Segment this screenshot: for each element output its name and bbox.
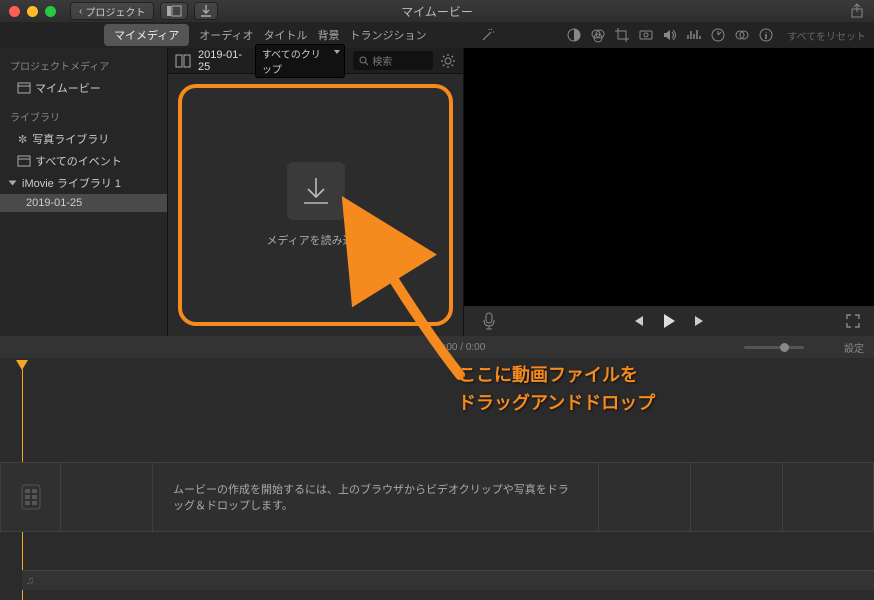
magic-wand-icon[interactable] [480, 27, 496, 43]
timeline-hint: ムービーの作成を開始するには、上のブラウザからビデオクリップや写真をドラッグ＆ド… [152, 462, 598, 532]
filmstrip-view-icon[interactable] [176, 55, 190, 67]
clip-placeholder[interactable] [782, 462, 874, 532]
sidebar-head-project: プロジェクトメディア [0, 54, 167, 77]
import-label: メディアを読み込む [266, 232, 364, 248]
reset-all-button[interactable]: すべてをリセット [787, 28, 866, 43]
sidebar-item-mymovie[interactable]: マイムービー [0, 77, 167, 99]
tab-background[interactable]: 背景 [317, 27, 339, 43]
clip-handle[interactable] [0, 462, 60, 532]
tab-title[interactable]: タイトル [263, 27, 307, 43]
import-icon-box [287, 162, 345, 220]
media-browser: 2019-01-25 すべてのクリップ 検索 メディアを読み込む [168, 48, 464, 336]
clip-filter-icon[interactable] [735, 28, 749, 42]
color-balance-icon[interactable] [567, 28, 581, 42]
flower-icon: ✼ [18, 133, 27, 146]
skip-forward-icon[interactable] [693, 314, 707, 328]
color-correction-icon[interactable] [591, 28, 605, 42]
sidebar: プロジェクトメディア マイムービー ライブラリ ✼ 写真ライブラリ すべてのイベ… [0, 48, 168, 336]
info-icon[interactable] [759, 28, 773, 42]
clip-grip-icon [22, 485, 40, 509]
clapboard-icon [18, 83, 30, 93]
fullscreen-icon[interactable] [846, 314, 860, 328]
import-dropzone[interactable]: メディアを読み込む [178, 84, 453, 326]
clip-track: ムービーの作成を開始するには、上のブラウザからビデオクリップや写真をドラッグ＆ド… [0, 462, 874, 532]
play-icon[interactable] [661, 313, 677, 329]
search-placeholder: 検索 [372, 53, 392, 68]
browser-toolbar: 2019-01-25 すべてのクリップ 検索 [168, 48, 463, 74]
crop-icon[interactable] [615, 28, 629, 42]
sidebar-imovielib-label: iMovie ライブラリ 1 [22, 175, 121, 191]
tab-mymedia[interactable]: マイメディア [104, 24, 189, 46]
timecode-bar: 0:00 / 0:00 設定 [0, 336, 874, 358]
download-arrow-icon [302, 176, 330, 206]
clip-placeholder[interactable] [690, 462, 782, 532]
zoom-slider[interactable] [744, 346, 804, 349]
gear-icon[interactable] [441, 54, 455, 68]
disclosure-triangle-icon[interactable] [9, 181, 17, 186]
sidebar-allevents-label: すべてのイベント [35, 153, 122, 169]
search-icon [359, 56, 368, 65]
viewer-canvas [464, 48, 874, 306]
sidebar-item-all-events[interactable]: すべてのイベント [0, 150, 167, 172]
tab-transition[interactable]: トランジション [349, 27, 426, 43]
skip-back-icon[interactable] [631, 314, 645, 328]
sidebar-item-event-date[interactable]: 2019-01-25 [0, 194, 167, 212]
sidebar-event-label: 2019-01-25 [26, 197, 82, 209]
time-current: 0:00 [438, 342, 457, 353]
main-split: プロジェクトメディア マイムービー ライブラリ ✼ 写真ライブラリ すべてのイベ… [0, 48, 874, 336]
media-tabs: マイメディア オーディオ タイトル 背景 トランジション すべてをリセット [0, 22, 874, 48]
viewer [464, 48, 874, 336]
clip-placeholder[interactable] [60, 462, 152, 532]
viewer-tools: すべてをリセット [567, 28, 866, 43]
tab-segment: マイメディア [104, 24, 189, 46]
window-title: マイムービー [0, 3, 874, 20]
clip-placeholder[interactable] [598, 462, 690, 532]
clip-filter-select[interactable]: すべてのクリップ [255, 44, 345, 78]
volume-icon[interactable] [663, 29, 677, 41]
sidebar-mymovie-label: マイムービー [35, 80, 101, 96]
music-note-icon: ♫ [26, 575, 34, 587]
microphone-icon[interactable] [482, 312, 496, 330]
audio-track[interactable]: ♫ [22, 570, 874, 590]
sidebar-head-library: ライブラリ [0, 105, 167, 128]
tab-audio[interactable]: オーディオ [199, 27, 253, 43]
noise-reduction-icon[interactable] [687, 29, 701, 41]
timecode: 0:00 / 0:00 [438, 342, 485, 353]
speed-icon[interactable] [711, 28, 725, 42]
timeline[interactable]: ムービーの作成を開始するには、上のブラウザからビデオクリップや写真をドラッグ＆ド… [0, 358, 874, 600]
sidebar-photos-label: 写真ライブラリ [32, 131, 109, 147]
sidebar-item-imovie-lib[interactable]: iMovie ライブラリ 1 [0, 172, 167, 194]
viewer-controls [464, 306, 874, 336]
settings-button[interactable]: 設定 [844, 340, 864, 355]
titlebar: ‹プロジェクト マイムービー [0, 0, 874, 22]
browser-date: 2019-01-25 [198, 49, 247, 73]
sidebar-item-photos[interactable]: ✼ 写真ライブラリ [0, 128, 167, 150]
search-input[interactable]: 検索 [353, 51, 433, 70]
stabilization-icon[interactable] [639, 29, 653, 41]
slider-knob[interactable] [780, 343, 789, 352]
annotation-text: ここに動画ファイルを ドラッグアンドドロップ [458, 362, 655, 418]
annotation-line1: ここに動画ファイルを [458, 362, 655, 390]
annotation-line2: ドラッグアンドドロップ [458, 390, 655, 418]
time-total: 0:00 [466, 342, 485, 353]
clapboard-icon [18, 156, 30, 166]
